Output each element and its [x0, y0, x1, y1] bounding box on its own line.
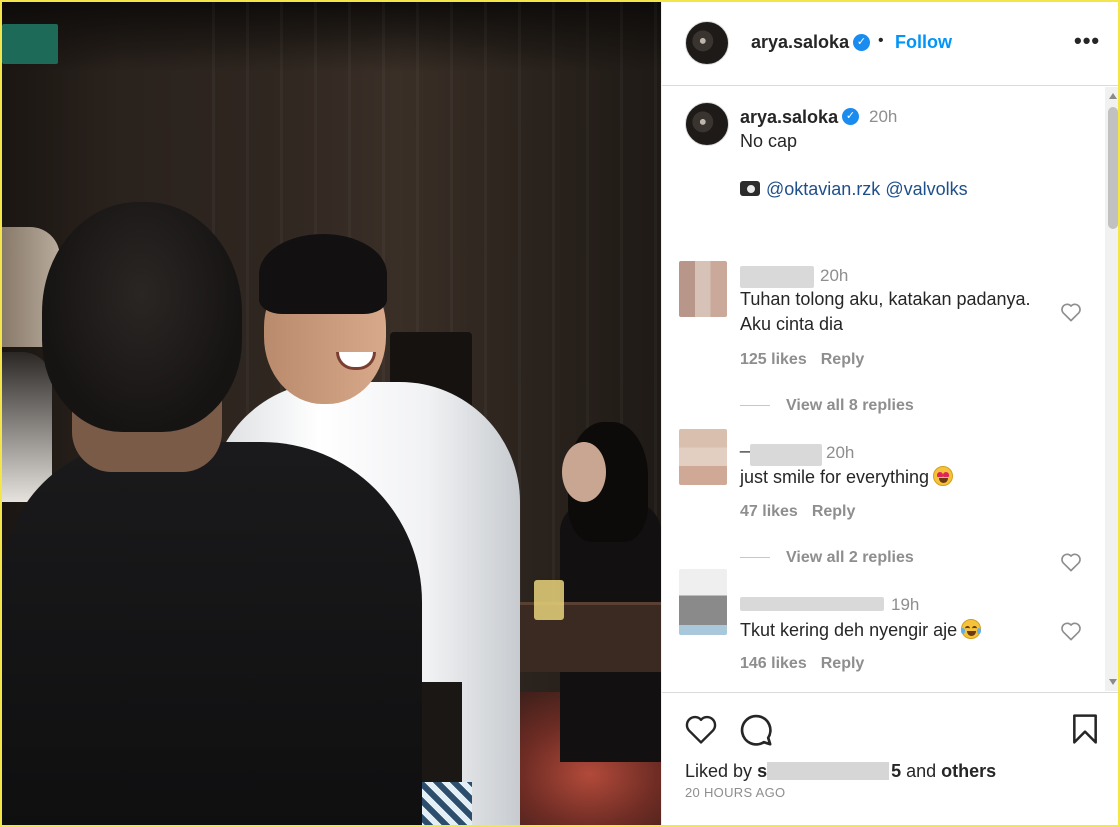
caption-text: No cap: [740, 131, 798, 151]
comment-text: just smile for everything: [740, 465, 1060, 490]
liked-by-user-start[interactable]: s: [757, 761, 767, 781]
commenter-username-redacted: [750, 444, 822, 466]
liked-by-label: Liked by: [685, 761, 753, 781]
camera-icon: [740, 181, 760, 196]
photo-table: [502, 602, 661, 672]
liked-by-summary[interactable]: Liked by s 5 and others: [685, 761, 996, 782]
bookmark-icon[interactable]: [1071, 713, 1099, 745]
commenter-avatar[interactable]: [679, 569, 727, 635]
heart-eyes-emoji-icon: [933, 466, 954, 486]
scrollbar-thumb[interactable]: [1108, 107, 1118, 229]
verified-icon: ✓: [853, 34, 870, 51]
heart-icon[interactable]: [1060, 621, 1082, 641]
comment-time[interactable]: 20h: [820, 266, 848, 286]
commenter-avatar[interactable]: [679, 261, 727, 317]
post-actions: Liked by s 5 and others 20 HOURS AGO: [662, 692, 1118, 825]
others-link[interactable]: others: [941, 761, 996, 781]
follow-button[interactable]: Follow: [895, 32, 952, 53]
photo-foreground-person-body: [2, 442, 422, 825]
comment-icon[interactable]: [739, 713, 773, 747]
comment-time[interactable]: 20h: [826, 443, 854, 463]
scroll-up-arrow-icon[interactable]: [1109, 93, 1117, 99]
photo-foreground-person-head: [42, 202, 242, 432]
comment-text: Tuhan tolong aku, katakan padanya. Aku c…: [740, 289, 1031, 334]
caption-credit: @oktavian.rzk @valvolks: [740, 179, 968, 200]
comment-text-body: Tkut kering deh nyengir aje: [740, 620, 958, 640]
commenter-avatar[interactable]: [679, 429, 727, 485]
replies-divider: [740, 557, 770, 559]
reply-button[interactable]: Reply: [821, 351, 865, 368]
post-photo[interactable]: [2, 2, 661, 825]
heart-icon[interactable]: [1060, 552, 1082, 572]
scroll-down-arrow-icon[interactable]: [1109, 679, 1117, 685]
caption-time[interactable]: 20h: [869, 107, 897, 127]
comment-meta: 146 likes Reply: [740, 655, 864, 673]
verified-icon: ✓: [842, 108, 859, 125]
liked-by-user-end[interactable]: 5: [891, 761, 901, 781]
heart-icon[interactable]: [1060, 302, 1082, 322]
view-replies-label: View all 8 replies: [786, 397, 914, 414]
comments-scrollbar[interactable]: [1105, 87, 1118, 691]
photo-glass: [534, 580, 564, 620]
view-replies-button[interactable]: View all 8 replies: [740, 397, 914, 415]
comment-text: Tkut kering deh nyengir aje: [740, 618, 1060, 643]
view-replies-button[interactable]: View all 2 replies: [740, 549, 914, 567]
caption-author-username[interactable]: arya.saloka: [740, 107, 838, 128]
commenter-username-redacted: [740, 266, 814, 288]
liked-by-user-redacted: [767, 762, 890, 780]
reply-button[interactable]: Reply: [821, 655, 865, 672]
reply-button[interactable]: Reply: [812, 503, 856, 520]
mention-link[interactable]: @valvolks: [885, 179, 967, 199]
mention-link[interactable]: @oktavian.rzk: [766, 179, 880, 199]
view-replies-label: View all 2 replies: [786, 549, 914, 566]
comment-text-body: just smile for everything: [740, 467, 930, 487]
commenter-username-prefix[interactable]: _: [740, 433, 750, 454]
more-icon[interactable]: •••: [1074, 28, 1100, 54]
comment-likes[interactable]: 125 likes: [740, 351, 807, 368]
window-frame: arya.saloka ✓ • Follow ••• arya.saloka ✓…: [0, 0, 1120, 827]
tears-of-joy-emoji-icon: [961, 619, 982, 639]
photo-left-person: [2, 352, 52, 502]
author-username[interactable]: arya.saloka: [751, 32, 849, 53]
photo-exit-sign: [2, 24, 58, 64]
comment-meta: 125 likes Reply: [740, 351, 864, 369]
comment-likes[interactable]: 146 likes: [740, 655, 807, 672]
post-side-panel: arya.saloka ✓ • Follow ••• arya.saloka ✓…: [661, 2, 1118, 825]
post-timestamp[interactable]: 20 HOURS AGO: [685, 785, 785, 800]
comment-time[interactable]: 19h: [891, 595, 919, 615]
post-header: arya.saloka ✓ • Follow •••: [662, 2, 1118, 86]
caption-author-avatar[interactable]: [685, 102, 729, 146]
heart-icon[interactable]: [684, 713, 718, 745]
photo-man-hair: [259, 234, 387, 314]
comment-meta: 47 likes Reply: [740, 503, 855, 521]
separator-dot: •: [878, 32, 884, 49]
author-avatar[interactable]: [685, 21, 729, 65]
replies-divider: [740, 405, 770, 407]
comment-likes[interactable]: 47 likes: [740, 503, 798, 520]
comments-list[interactable]: arya.saloka ✓ 20h No cap @oktavian.rzk @…: [662, 87, 1118, 691]
photo-background-person-face: [562, 442, 606, 502]
commenter-username-redacted: [740, 597, 884, 611]
and-label: and: [906, 761, 937, 781]
